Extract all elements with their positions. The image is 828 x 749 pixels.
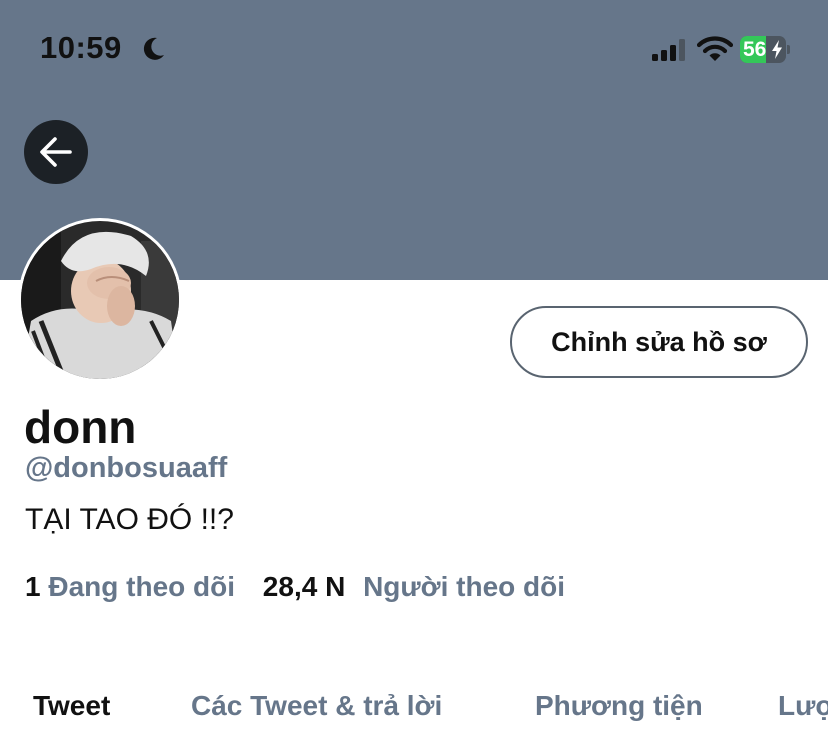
following-label: Đang theo dõi: [48, 571, 236, 602]
user-handle: @donbosuaaff: [25, 452, 228, 484]
followers-label: Người theo dõi: [363, 571, 566, 602]
display-name: donn: [24, 401, 137, 453]
battery-level: 56: [743, 38, 767, 61]
followers-count: 28,4 N: [262, 571, 346, 602]
profile-screen: 10:59 56 Chỉnh sửa hồ sơ donn @donbosuaa…: [0, 0, 828, 749]
back-button[interactable]: [24, 120, 88, 184]
profile-bio: TẠI TAO ĐÓ !!?: [25, 503, 234, 536]
following-count: 1: [25, 571, 41, 602]
charging-bolt-icon: [772, 40, 782, 59]
moon-icon: [143, 37, 164, 60]
avatar[interactable]: [18, 218, 182, 382]
tab-media[interactable]: Phương tiện: [535, 690, 703, 722]
tab-tweets[interactable]: Tweet: [33, 690, 110, 722]
followers-link[interactable]: 28,4 N Người theo dõi: [263, 571, 565, 603]
arrow-left-icon: [40, 137, 72, 167]
following-link[interactable]: 1 Đang theo dõi: [25, 571, 235, 603]
avatar-photo: [21, 221, 179, 379]
cellular-signal-icon: [652, 39, 685, 61]
edit-profile-button[interactable]: Chỉnh sửa hồ sơ: [510, 306, 808, 378]
follow-stats: 1 Đang theo dõi 28,4 N Người theo dõi: [25, 571, 565, 603]
status-time: 10:59: [40, 30, 122, 65]
tab-likes[interactable]: Lượ: [778, 690, 828, 722]
tab-tweets-replies[interactable]: Các Tweet & trả lời: [191, 690, 442, 722]
wifi-icon: [697, 36, 733, 61]
battery-charging-icon: 56: [740, 36, 790, 63]
